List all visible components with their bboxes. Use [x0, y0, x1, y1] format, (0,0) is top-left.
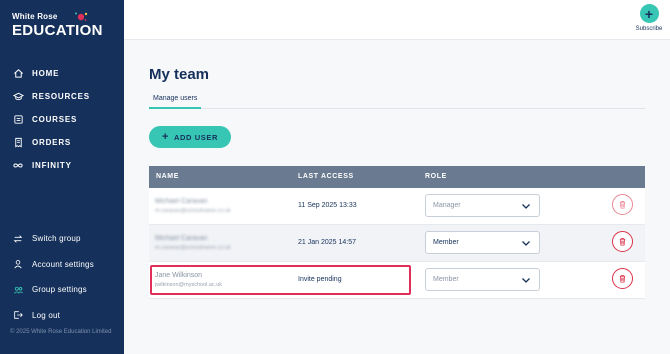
receipt-icon [12, 137, 24, 149]
role-select[interactable]: Member [425, 231, 540, 254]
chevron-down-icon [522, 278, 530, 283]
user-name: Jane Wilkinson [155, 272, 203, 279]
header-last-access: LAST ACCESS [298, 173, 354, 180]
delete-user-button[interactable] [612, 231, 633, 252]
nav-item-label: RESOURCES [32, 92, 90, 101]
nav-item-label: Group settings [32, 285, 87, 295]
delete-user-button[interactable] [612, 194, 633, 215]
role-value: Member [433, 239, 459, 246]
role-value: Member [433, 276, 459, 283]
user-email: m.caravan@schoolname.co.uk [155, 208, 231, 214]
table-row: Jane Wilkinson jwilkinson@myschool.ac.uk… [149, 262, 645, 299]
role-select[interactable]: Manager [425, 194, 540, 217]
nav-item-courses[interactable]: COURSES [0, 108, 124, 131]
nav-item-switch-group[interactable]: Switch group [0, 226, 124, 252]
table-row: Michael Caravan m.caravan@schoolname.co.… [149, 188, 645, 225]
last-access: Invite pending [298, 276, 342, 283]
chevron-down-icon [522, 241, 530, 246]
tab-manage-users[interactable]: Manage users [149, 93, 202, 109]
main-content: My team Manage users + ADD USER NAME LAS… [124, 40, 670, 354]
user-email: m.caravan@schoolname.co.uk [155, 245, 231, 251]
nav-item-infinity[interactable]: INFINITY [0, 154, 124, 177]
users-table: NAME LAST ACCESS ROLE Michael Caravan m.… [149, 166, 645, 299]
copyright-text: © 2025 White Rose Education Limited [10, 329, 112, 335]
subscribe-label: Subscribe [635, 26, 663, 32]
add-user-button[interactable]: + ADD USER [149, 126, 231, 148]
delete-user-button[interactable] [612, 268, 633, 289]
nav-item-orders[interactable]: ORDERS [0, 131, 124, 154]
trash-icon [619, 200, 626, 209]
plus-icon[interactable]: + [639, 4, 659, 23]
graduation-cap-icon [12, 91, 24, 103]
header-name: NAME [156, 173, 180, 180]
last-access: 21 Jan 2025 14:57 [298, 239, 356, 246]
primary-nav: HOME RESOURCES COURSES ORDERS INFINITY [0, 62, 124, 177]
user-email: jwilkinson@myschool.ac.uk [155, 282, 223, 288]
trash-icon [619, 237, 626, 246]
user-cell: Michael Caravan m.caravan@schoolname.co.… [155, 198, 231, 214]
chevron-down-icon [522, 204, 530, 209]
logout-icon [12, 309, 24, 321]
role-value: Manager [433, 202, 461, 209]
logo-splash-icon [75, 12, 88, 21]
subscribe-button[interactable]: + Subscribe [634, 4, 664, 32]
nav-item-label: Switch group [32, 234, 81, 244]
user-icon [12, 258, 24, 270]
nav-item-label: ORDERS [32, 138, 72, 147]
user-cell: Michael Caravan m.caravan@schoolname.co.… [155, 235, 231, 251]
user-cell: Jane Wilkinson jwilkinson@myschool.ac.uk [155, 272, 222, 288]
users-icon [12, 284, 24, 296]
nav-item-account-settings[interactable]: Account settings [0, 252, 124, 278]
logo-line2: EDUCATION [12, 22, 103, 39]
plus-icon: + [161, 131, 170, 143]
page-title: My team [149, 66, 210, 83]
header-role: ROLE [425, 173, 447, 180]
trash-icon [619, 274, 626, 283]
role-select[interactable]: Member [425, 268, 540, 291]
tab-bar: Manage users [149, 93, 645, 109]
nav-item-resources[interactable]: RESOURCES [0, 85, 124, 108]
nav-item-log-out[interactable]: Log out [0, 303, 124, 329]
nav-item-label: INFINITY [32, 161, 72, 170]
sidebar: White Rose EDUCATION HOME RESOURCES COUR… [0, 0, 124, 354]
last-access: 11 Sep 2025 13:33 [298, 202, 357, 209]
add-user-label: ADD USER [174, 132, 218, 142]
nav-item-group-settings[interactable]: Group settings [0, 277, 124, 303]
nav-item-home[interactable]: HOME [0, 62, 124, 85]
nav-item-label: Account settings [32, 259, 94, 269]
nav-item-label: COURSES [32, 115, 78, 124]
infinity-icon [12, 160, 24, 172]
white-rose-logo[interactable]: White Rose EDUCATION [12, 12, 116, 42]
nav-item-label: HOME [32, 69, 60, 78]
secondary-nav: Switch group Account settings Group sett… [0, 226, 124, 328]
user-name: Michael Caravan [155, 235, 208, 242]
switch-icon [12, 233, 24, 245]
home-icon [12, 68, 24, 80]
table-header: NAME LAST ACCESS ROLE [149, 166, 645, 188]
logo-line1: White Rose [12, 12, 58, 21]
user-name: Michael Caravan [155, 198, 208, 205]
table-row: Michael Caravan m.caravan@schoolname.co.… [149, 225, 645, 262]
top-bar: + Subscribe [124, 0, 670, 40]
nav-item-label: Log out [32, 310, 61, 320]
book-icon [12, 114, 24, 126]
